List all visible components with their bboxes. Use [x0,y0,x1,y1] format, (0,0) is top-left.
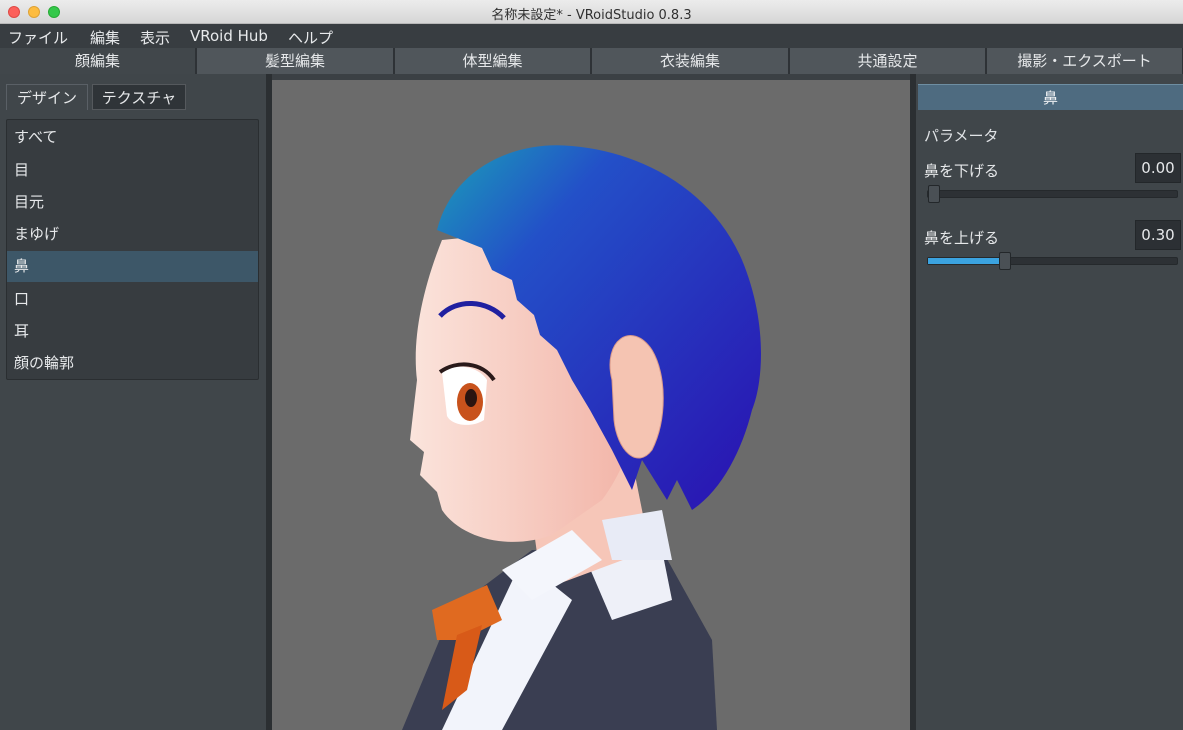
raise-nose-label: 鼻を上げる [924,229,1000,247]
3d-viewport[interactable] [272,80,910,730]
subtab-design[interactable]: デザイン [6,84,88,110]
menu-edit[interactable]: 編集 [90,27,120,48]
panel-header: 鼻 [918,84,1183,110]
tab-photo-export[interactable]: 撮影・エクスポート [987,48,1183,74]
window-title: 名称未設定* - VRoidStudio 0.8.3 [491,8,692,23]
menu-help[interactable]: ヘルプ [288,27,333,48]
lower-nose-slider-handle[interactable] [928,185,940,203]
left-panel: デザイン テクスチャ すべて 目 目元 まゆげ 鼻 口 耳 顔の輪郭 [0,74,266,730]
raise-nose-slider-fill [928,258,1001,264]
category-eyebrows[interactable]: まゆげ [7,219,258,250]
category-eyes[interactable]: 目 [7,155,258,186]
main-tab-bar: 顔編集 髪型編集 体型編集 衣装編集 共通設定 撮影・エクスポート [0,48,1183,74]
subtab-texture[interactable]: テクスチャ [92,84,186,110]
lower-nose-label: 鼻を下げる [924,162,1000,180]
tab-outfit-edit[interactable]: 衣装編集 [592,48,789,74]
window-title-bar: 名称未設定* - VRoidStudio 0.8.3 [0,0,1183,24]
tab-body-edit[interactable]: 体型編集 [395,48,591,74]
right-panel: 鼻 パラメータ 鼻を下げる 0.00 鼻を上げる 0.30 [916,74,1183,730]
menu-file[interactable]: ファイル [8,27,68,48]
raise-nose-slider-handle[interactable] [999,252,1011,270]
menu-view[interactable]: 表示 [140,27,170,48]
raise-nose-value-field[interactable]: 0.30 [1135,220,1181,250]
tab-common-settings[interactable]: 共通設定 [790,48,986,74]
tab-hair-edit[interactable]: 髪型編集 [197,48,394,74]
category-list: すべて 目 目元 まゆげ 鼻 口 耳 顔の輪郭 [6,119,259,380]
category-face-outline[interactable]: 顔の輪郭 [7,348,258,379]
category-nose[interactable]: 鼻 [7,251,258,282]
lower-nose-slider[interactable] [927,185,1178,203]
parameters-heading: パラメータ [924,127,999,145]
category-all[interactable]: すべて [7,122,258,153]
menubar: ファイル 編集 表示 VRoid Hub ヘルプ [0,24,1183,48]
lower-nose-value-field[interactable]: 0.00 [1135,153,1181,183]
raise-nose-slider[interactable] [927,252,1178,270]
category-mouth[interactable]: 口 [7,284,258,315]
tab-face-edit[interactable]: 顔編集 [0,48,196,74]
category-eye-area[interactable]: 目元 [7,187,258,218]
menu-vroid-hub[interactable]: VRoid Hub [190,27,268,45]
character-model [402,145,762,730]
category-ears[interactable]: 耳 [7,316,258,347]
